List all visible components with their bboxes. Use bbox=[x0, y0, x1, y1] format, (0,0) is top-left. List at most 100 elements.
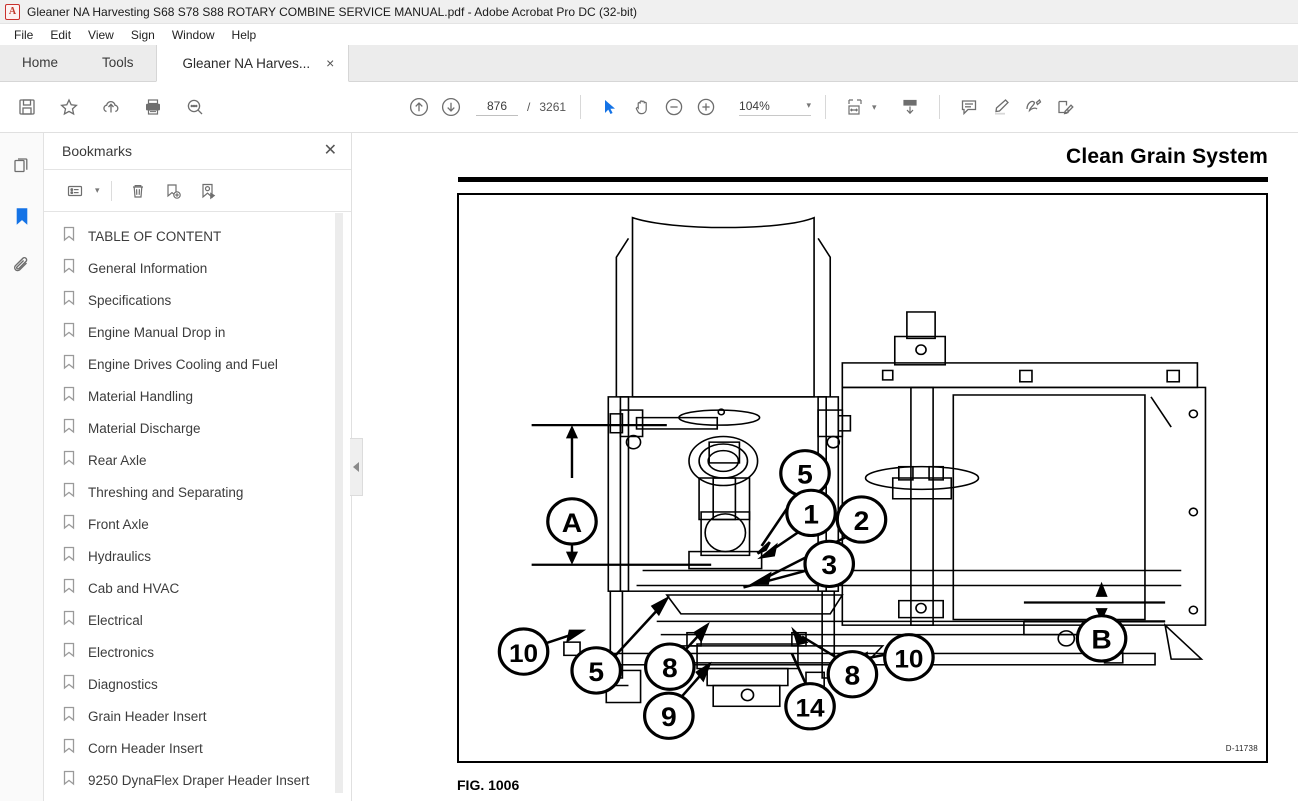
star-icon[interactable] bbox=[54, 92, 84, 122]
delete-bookmark-icon[interactable] bbox=[123, 176, 153, 206]
find-bookmark-icon[interactable] bbox=[193, 176, 223, 206]
bookmark-label: Engine Drives Cooling and Fuel bbox=[88, 356, 278, 372]
svg-text:10: 10 bbox=[894, 646, 923, 673]
bookmark-item[interactable]: Electrical bbox=[44, 604, 351, 636]
menu-item-window[interactable]: Window bbox=[164, 26, 224, 44]
bookmark-item[interactable]: Specifications bbox=[44, 284, 351, 316]
close-icon[interactable]: × bbox=[326, 56, 334, 70]
tab-home[interactable]: Home bbox=[0, 44, 80, 81]
bookmark-item[interactable]: General Information bbox=[44, 252, 351, 284]
bookmark-icon bbox=[62, 386, 76, 407]
bookmark-icon bbox=[62, 514, 76, 535]
menu-item-edit[interactable]: Edit bbox=[42, 26, 80, 44]
signature-icon[interactable] bbox=[1018, 92, 1048, 122]
hand-icon[interactable] bbox=[627, 92, 657, 122]
bookmark-icon bbox=[62, 322, 76, 343]
bookmark-icon bbox=[62, 258, 76, 279]
bookmarks-scrollbar[interactable] bbox=[335, 213, 343, 793]
bookmark-item[interactable]: Electronics bbox=[44, 636, 351, 668]
arrow-down-circle-icon[interactable] bbox=[436, 92, 466, 122]
bookmark-item[interactable]: Hydraulics bbox=[44, 540, 351, 572]
edit-pdf-icon[interactable] bbox=[1050, 92, 1080, 122]
bookmark-label: Grain Header Insert bbox=[88, 708, 207, 724]
chevron-down-icon[interactable]: ▾ bbox=[95, 185, 100, 196]
arrow-up-circle-icon[interactable] bbox=[404, 92, 434, 122]
attachments-icon[interactable] bbox=[7, 251, 37, 281]
fit-options-chevron-icon[interactable]: ▾ bbox=[872, 102, 877, 113]
svg-text:3: 3 bbox=[821, 550, 837, 580]
bookmark-label: Cab and HVAC bbox=[88, 580, 180, 596]
bookmark-icon bbox=[62, 578, 76, 599]
bookmark-icon bbox=[62, 706, 76, 727]
bookmark-item[interactable]: Corn Header Insert bbox=[44, 732, 351, 764]
page-number-input[interactable] bbox=[476, 98, 518, 116]
bookmark-label: Rear Axle bbox=[88, 452, 147, 468]
tab-document[interactable]: Gleaner NA Harves... × bbox=[155, 45, 350, 82]
toolbar-center-group: / 3261 104% ▾ bbox=[352, 92, 1298, 122]
window-title: Gleaner NA Harvesting S68 S78 S88 ROTARY… bbox=[27, 4, 638, 19]
upload-cloud-icon[interactable] bbox=[96, 92, 126, 122]
panel-collapse-handle[interactable] bbox=[350, 438, 363, 496]
cursor-arrow-icon[interactable] bbox=[595, 92, 625, 122]
print-icon[interactable] bbox=[138, 92, 168, 122]
navigation-rail bbox=[0, 133, 44, 801]
tab-strip: Home Tools Gleaner NA Harves... × bbox=[0, 45, 1298, 82]
menu-item-sign[interactable]: Sign bbox=[123, 26, 164, 44]
bookmark-item[interactable]: Grain Header Insert bbox=[44, 700, 351, 732]
highlighter-icon[interactable] bbox=[986, 92, 1016, 122]
bookmark-label: Material Handling bbox=[88, 388, 194, 404]
pdf-page: Clean Grain System A 5 1 2 3 10 5 8 9 14… bbox=[352, 133, 1298, 801]
bookmark-item[interactable]: Material Handling bbox=[44, 380, 351, 412]
zoom-level-value: 104% bbox=[739, 98, 770, 113]
app-body: Bookmarks ✕ ▾ TABLE OF CONTENT General I… bbox=[0, 133, 1298, 801]
tab-tools[interactable]: Tools bbox=[80, 44, 156, 81]
panel-title: Bookmarks bbox=[62, 143, 133, 159]
title-rule bbox=[458, 177, 1268, 182]
bookmark-item[interactable]: Rear Axle bbox=[44, 444, 351, 476]
bookmark-icon bbox=[62, 770, 76, 791]
menu-item-help[interactable]: Help bbox=[224, 26, 266, 44]
bookmark-item[interactable]: 9250 DynaFlex Draper Header Insert bbox=[44, 764, 351, 796]
page-scroll-icon[interactable] bbox=[895, 92, 925, 122]
toolbar-divider-1 bbox=[580, 95, 582, 119]
chevron-down-icon: ▾ bbox=[806, 100, 812, 110]
tab-document-label: Gleaner NA Harves... bbox=[182, 55, 311, 71]
figure-caption: FIG. 1006 bbox=[457, 777, 520, 793]
document-viewer[interactable]: Clean Grain System A 5 1 2 3 10 5 8 9 14… bbox=[352, 133, 1298, 801]
bookmark-item[interactable]: Cab and HVAC bbox=[44, 572, 351, 604]
bookmark-item[interactable]: Threshing and Separating bbox=[44, 476, 351, 508]
close-icon[interactable]: ✕ bbox=[324, 143, 337, 159]
bookmark-icon bbox=[62, 610, 76, 631]
bookmark-item[interactable]: Engine Manual Drop in bbox=[44, 316, 351, 348]
menu-item-view[interactable]: View bbox=[80, 26, 123, 44]
save-icon[interactable] bbox=[12, 92, 42, 122]
bookmarks-toolbar: ▾ bbox=[44, 169, 351, 212]
new-bookmark-icon[interactable] bbox=[158, 176, 188, 206]
zoom-search-icon[interactable] bbox=[180, 92, 210, 122]
bookmark-icon bbox=[62, 418, 76, 439]
bookmark-label: General Information bbox=[88, 260, 208, 276]
bookmark-icon bbox=[62, 674, 76, 695]
zoom-level-selector[interactable]: 104% ▾ bbox=[739, 98, 812, 116]
minus-circle-icon[interactable] bbox=[659, 92, 689, 122]
page-thumbnails-icon[interactable] bbox=[7, 151, 37, 181]
bookmarks-icon[interactable] bbox=[7, 201, 37, 231]
svg-text:8: 8 bbox=[662, 653, 678, 683]
bookmark-options-icon[interactable] bbox=[60, 176, 90, 206]
bookmark-item[interactable]: Diagnostics bbox=[44, 668, 351, 700]
bookmarks-list[interactable]: TABLE OF CONTENT General Information Spe… bbox=[44, 212, 351, 801]
bookmark-item[interactable]: Front Axle bbox=[44, 508, 351, 540]
bookmark-item[interactable]: Material Discharge bbox=[44, 412, 351, 444]
svg-text:1: 1 bbox=[803, 499, 819, 529]
menu-item-file[interactable]: File bbox=[6, 26, 42, 44]
plus-circle-icon[interactable] bbox=[691, 92, 721, 122]
bookmark-icon bbox=[62, 482, 76, 503]
bookmark-item[interactable]: TABLE OF CONTENT bbox=[44, 220, 351, 252]
svg-text:8: 8 bbox=[845, 660, 861, 690]
pdf-document-icon: A bbox=[5, 3, 20, 20]
comment-icon[interactable] bbox=[954, 92, 984, 122]
fit-page-width-icon[interactable] bbox=[840, 92, 870, 122]
bookmark-label: Material Discharge bbox=[88, 420, 201, 436]
bookmark-item[interactable]: Engine Drives Cooling and Fuel bbox=[44, 348, 351, 380]
bookmark-label: 9250 DynaFlex Draper Header Insert bbox=[88, 772, 310, 788]
